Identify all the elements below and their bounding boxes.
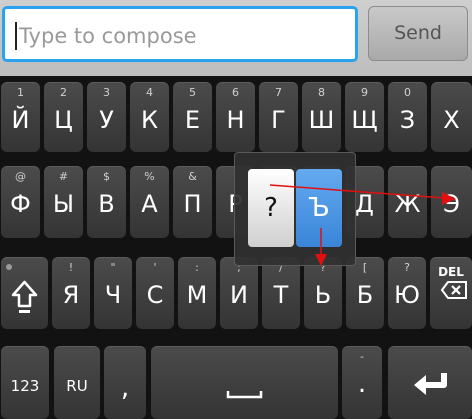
key-label: Ь bbox=[314, 281, 332, 309]
key-hint: $ bbox=[103, 170, 110, 183]
key-row1-8[interactable]: 8Ш bbox=[302, 82, 341, 152]
key-hint: - bbox=[360, 350, 364, 363]
key-label: В bbox=[98, 190, 115, 218]
popup-key-hard-sign[interactable]: Ъ bbox=[296, 169, 342, 247]
key-label: 123 bbox=[10, 377, 40, 395]
key-label: . bbox=[357, 369, 367, 399]
key-row1-2[interactable]: 2Ц bbox=[44, 82, 83, 152]
key-label: С bbox=[146, 281, 164, 309]
key-hint: # bbox=[58, 170, 69, 183]
key-label: Я bbox=[62, 281, 80, 309]
key-row1-4[interactable]: 4К bbox=[130, 82, 169, 152]
comma-key[interactable]: , bbox=[104, 346, 146, 419]
key-label: И bbox=[230, 281, 248, 309]
key-hint: 9 bbox=[361, 86, 368, 99]
key-label: М bbox=[186, 281, 208, 309]
key-label: Ы bbox=[52, 190, 75, 218]
key-row2-4[interactable]: % А bbox=[130, 166, 169, 238]
key-hint: ' bbox=[153, 261, 157, 274]
key-label: Щ bbox=[351, 106, 378, 134]
key-label: К bbox=[140, 106, 159, 134]
key-hint: " bbox=[110, 261, 116, 274]
key-label: Б bbox=[356, 281, 374, 309]
key-label: Н bbox=[226, 106, 245, 134]
key-row2-10[interactable]: Ж bbox=[388, 166, 427, 238]
key-row1-6[interactable]: 6Н bbox=[216, 82, 255, 152]
key-label: Ж bbox=[394, 190, 421, 218]
key-label: Ц bbox=[54, 106, 73, 134]
key-row1-11[interactable]: Х bbox=[431, 82, 472, 152]
key-row2-3[interactable]: $ В bbox=[87, 166, 126, 238]
key-row1-3[interactable]: 3У bbox=[87, 82, 126, 152]
key-row3-5[interactable]: ; И bbox=[220, 257, 258, 329]
delete-key[interactable]: DEL bbox=[430, 257, 472, 329]
enter-key[interactable] bbox=[388, 346, 472, 419]
key-hint: 2 bbox=[60, 86, 67, 99]
key-hint: 1 bbox=[17, 86, 24, 99]
key-row1-9[interactable]: 9Щ bbox=[345, 82, 384, 152]
key-label: , bbox=[120, 373, 130, 403]
symbols-key[interactable]: 123 bbox=[1, 346, 49, 419]
key-row3-6[interactable]: / Т bbox=[262, 257, 300, 329]
enter-arrow-icon bbox=[414, 373, 447, 395]
key-label: Э bbox=[443, 190, 460, 218]
key-row1-5[interactable]: 5Е bbox=[173, 82, 212, 152]
space-key[interactable] bbox=[151, 346, 338, 419]
key-row2-5[interactable]: & П bbox=[173, 166, 212, 238]
key-row3-2[interactable]: " Ч bbox=[94, 257, 132, 329]
key-row2-1[interactable]: @ Ф bbox=[1, 166, 40, 238]
compose-input[interactable]: Type to compose bbox=[2, 6, 358, 62]
compose-bar: Type to compose Send bbox=[0, 0, 472, 76]
key-row1-1[interactable]: 1Й bbox=[1, 82, 40, 152]
shift-key[interactable] bbox=[1, 257, 48, 329]
key-label: П bbox=[183, 190, 202, 218]
compose-placeholder: Type to compose bbox=[19, 24, 197, 48]
key-hint: : bbox=[195, 261, 199, 274]
key-hint: 0 bbox=[404, 86, 411, 99]
shift-arrow-icon bbox=[6, 264, 38, 313]
key-hint: 5 bbox=[189, 86, 196, 99]
key-hint: @ bbox=[15, 170, 26, 183]
key-hint: 7 bbox=[275, 86, 282, 99]
key-row2-11[interactable]: Э bbox=[431, 166, 472, 238]
space-bar-icon bbox=[226, 391, 263, 399]
key-hint: ! bbox=[68, 261, 74, 274]
key-row3-1[interactable]: ! Я bbox=[52, 257, 90, 329]
key-row2-2[interactable]: # Ы bbox=[44, 166, 83, 238]
text-caret bbox=[15, 22, 17, 50]
key-label: RU bbox=[66, 377, 88, 395]
send-button[interactable]: Send bbox=[368, 6, 468, 61]
backspace-icon bbox=[440, 281, 467, 299]
key-row1-10[interactable]: 0З bbox=[388, 82, 427, 152]
key-label: Й bbox=[11, 106, 30, 134]
language-key[interactable]: RU bbox=[54, 346, 100, 419]
key-label: Г bbox=[271, 106, 286, 134]
key-row3-8[interactable]: [Б bbox=[346, 257, 384, 329]
long-press-popup: ? Ъ bbox=[234, 152, 356, 266]
key-row3-7[interactable]: ? Ь bbox=[304, 257, 342, 329]
key-label: Ч bbox=[104, 281, 122, 309]
key-label: А bbox=[141, 190, 158, 218]
key-hint: & bbox=[188, 170, 197, 183]
key-label: Ю bbox=[394, 281, 420, 309]
key-hint: 6 bbox=[232, 86, 239, 99]
key-label: Ф bbox=[10, 190, 31, 218]
key-label: Е bbox=[184, 106, 201, 134]
key-row3-9[interactable]: ? Ю bbox=[388, 257, 426, 329]
key-label: З bbox=[399, 106, 416, 134]
key-row1-7[interactable]: 7Г bbox=[259, 82, 298, 152]
key-row3-4[interactable]: :М bbox=[178, 257, 216, 329]
key-hint: 4 bbox=[146, 86, 153, 99]
key-label: Ш bbox=[308, 106, 335, 134]
key-hint: % bbox=[144, 170, 155, 183]
popup-key-question[interactable]: ? bbox=[248, 169, 294, 247]
key-row3-3[interactable]: ' С bbox=[136, 257, 174, 329]
key-label: Т bbox=[273, 281, 289, 309]
key-label: Х bbox=[443, 106, 460, 134]
key-label: У bbox=[99, 106, 114, 134]
key-hint: 8 bbox=[318, 86, 325, 99]
key-hint: ? bbox=[404, 261, 410, 274]
key-hint: 3 bbox=[103, 86, 110, 99]
period-key[interactable]: -. bbox=[342, 346, 382, 419]
